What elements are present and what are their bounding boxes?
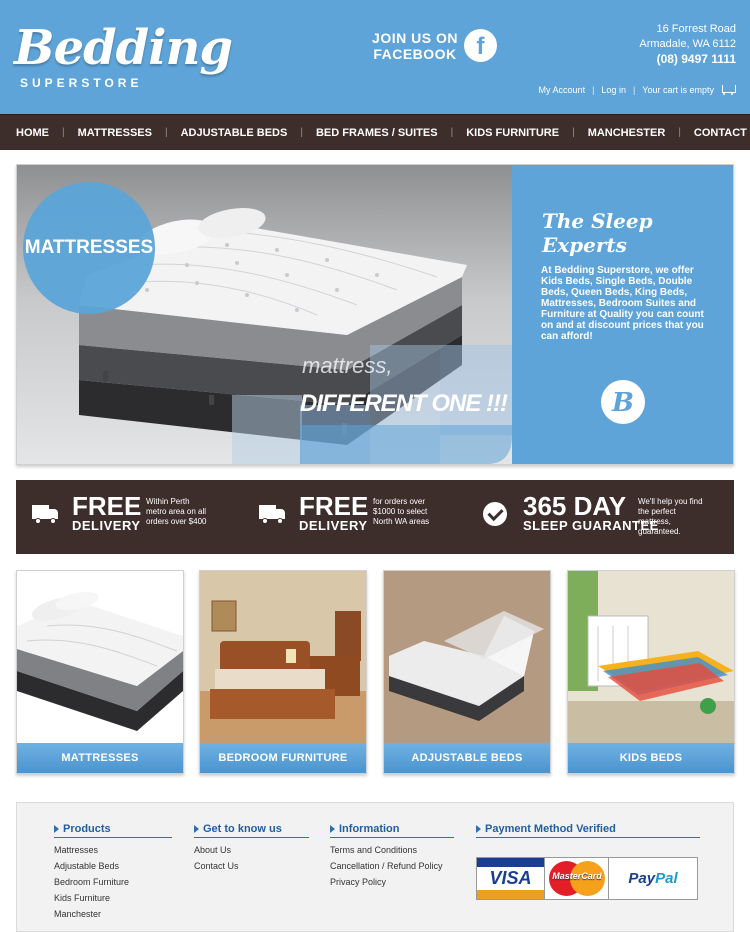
paypal-logo: Pay Pal — [628, 870, 678, 887]
nav-separator: | — [164, 127, 168, 138]
footer-link-privacy[interactable]: Privacy Policy — [330, 874, 454, 890]
nav-bed-frames-suites[interactable]: BED FRAMES / SUITES — [316, 127, 438, 139]
feature-title: 365 DAY — [523, 491, 627, 521]
footer-products: Products Mattresses Adjustable Beds Bedr… — [54, 823, 172, 922]
card-label: KIDS BEDS — [568, 743, 734, 773]
cart-icon[interactable] — [720, 84, 736, 96]
address-line-1: 16 Forrest Road — [656, 23, 736, 35]
kids-bed-image — [568, 571, 734, 743]
cart-link[interactable]: Your cart is empty — [642, 85, 714, 95]
truck-icon — [259, 505, 285, 524]
footer-link-bedroom-furniture[interactable]: Bedroom Furniture — [54, 874, 172, 890]
footer-link-contact-us[interactable]: Contact Us — [194, 858, 309, 874]
hero-heading: The Sleep Experts — [542, 209, 653, 257]
feature-subtitle: DELIVERY — [72, 518, 141, 533]
nav-separator: | — [572, 127, 575, 138]
feature-free-delivery-perth: FREE DELIVERY Within Perth metro area on… — [16, 480, 246, 554]
feature-note: We'll help you find the perfect mattress… — [638, 497, 703, 536]
feature-title: FREE — [299, 491, 369, 521]
card-label: MATTRESSES — [17, 743, 183, 773]
footer-link-mattresses[interactable]: Mattresses — [54, 842, 172, 858]
visa-logo: VISA — [477, 858, 545, 899]
logo-tagline: SUPERSTORE — [20, 76, 143, 90]
feature-note: Within Perth metro area on all orders ov… — [146, 497, 207, 526]
footer-link-adjustable-beds[interactable]: Adjustable Beds — [54, 858, 172, 874]
mattress-image — [17, 571, 183, 743]
facebook-link[interactable]: JOIN US ON FACEBOOK f — [372, 28, 500, 68]
site-logo[interactable]: Bedding SUPERSTORE — [14, 20, 233, 100]
my-account-link[interactable]: My Account — [539, 85, 586, 95]
check-icon — [483, 502, 507, 526]
footer-link-cancellation[interactable]: Cancellation / Refund Policy — [330, 858, 454, 874]
account-links: My Account | Log in | Your cart is empty — [539, 84, 736, 96]
hero-info-panel: The Sleep Experts At Bedding Superstore,… — [512, 165, 733, 464]
footer-get-to-know-us: Get to know us About Us Contact Us — [194, 823, 309, 874]
features-bar: FREE DELIVERY Within Perth metro area on… — [16, 480, 734, 554]
category-card-mattresses[interactable]: MATTRESSES — [16, 570, 184, 774]
category-card-kids-beds[interactable]: KIDS BEDS — [567, 570, 735, 774]
footer-heading: Information — [330, 823, 454, 838]
hero-overlay-slogan: DIFFERENT ONE !!! — [300, 390, 508, 417]
nav-separator: | — [300, 127, 303, 138]
nav-separator: | — [678, 127, 681, 138]
nav-contact-us[interactable]: CONTACT US — [694, 127, 750, 139]
facebook-label: JOIN US ON FACEBOOK — [372, 30, 458, 62]
card-label: BEDROOM FURNITURE — [200, 743, 366, 773]
category-cards: MATTRESSES BEDROOM FURNITURE ADJUSTABLE … — [16, 570, 736, 774]
footer-heading: Products — [54, 823, 172, 838]
nav-mattresses[interactable]: MATTRESSES — [78, 127, 152, 139]
truck-icon — [32, 505, 58, 524]
log-in-link[interactable]: Log in — [601, 85, 626, 95]
nav-separator: | — [450, 127, 454, 138]
site-header: Bedding SUPERSTORE JOIN US ON FACEBOOK f… — [0, 0, 750, 114]
footer-heading: Get to know us — [194, 823, 309, 838]
footer-information: Information Terms and Conditions Cancell… — [330, 823, 454, 890]
category-card-adjustable-beds[interactable]: ADJUSTABLE BEDS — [383, 570, 551, 774]
site-footer: Products Mattresses Adjustable Beds Bedr… — [16, 802, 734, 932]
card-label: ADJUSTABLE BEDS — [384, 743, 550, 773]
adjustable-bed-image — [384, 571, 550, 743]
logo-wordmark: Bedding — [14, 20, 233, 76]
separator: | — [592, 85, 595, 95]
address-line-2: Armadale, WA 6112 — [639, 38, 736, 50]
footer-link-about-us[interactable]: About Us — [194, 842, 309, 858]
main-nav: HOME | MATTRESSES | ADJUSTABLE BEDS | BE… — [0, 114, 750, 150]
store-contact: 16 Forrest Road Armadale, WA 6112 (08) 9… — [639, 22, 736, 67]
footer-link-kids-furniture[interactable]: Kids Furniture — [54, 890, 172, 906]
nav-kids-furniture[interactable]: KIDS FURNITURE — [466, 127, 559, 139]
nav-manchester[interactable]: MANCHESTER — [588, 127, 666, 139]
triangle-icon — [476, 825, 481, 833]
feature-sleep-guarantee: 365 DAY SLEEP GUARANTEE We'll help you f… — [471, 480, 734, 554]
payment-logos: VISA MasterCard Pay Pal — [476, 857, 698, 900]
separator: | — [632, 85, 636, 95]
footer-heading: Payment Method Verified — [476, 823, 700, 838]
brand-b-icon: B — [601, 380, 645, 424]
footer-link-terms[interactable]: Terms and Conditions — [330, 842, 454, 858]
footer-link-manchester[interactable]: Manchester — [54, 906, 172, 922]
triangle-icon — [194, 825, 199, 833]
nav-home[interactable]: HOME — [16, 127, 49, 139]
feature-subtitle: DELIVERY — [299, 518, 368, 533]
facebook-icon[interactable]: f — [464, 29, 497, 62]
bedroom-furniture-image — [200, 571, 366, 743]
triangle-icon — [54, 825, 59, 833]
hero-description: At Bedding Superstore, we offer Kids Bed… — [541, 265, 704, 342]
feature-free-delivery-north-wa: FREE DELIVERY for orders over $1000 to s… — [246, 480, 471, 554]
feature-note: for orders over $1000 to select North WA… — [373, 497, 430, 526]
nav-adjustable-beds[interactable]: ADJUSTABLE BEDS — [181, 127, 288, 139]
footer-payment: Payment Method Verified — [476, 823, 700, 838]
feature-title: FREE — [72, 491, 142, 521]
category-card-bedroom-furniture[interactable]: BEDROOM FURNITURE — [199, 570, 367, 774]
hero-banner: MATTRESSES mattress, DIFFERENT ONE !!! T… — [16, 164, 734, 465]
phone-number[interactable]: (08) 9497 1111 — [639, 52, 736, 67]
mattresses-badge[interactable]: MATTRESSES — [23, 182, 155, 314]
hero-mattress-image[interactable]: MATTRESSES mattress, DIFFERENT ONE !!! — [17, 165, 512, 464]
nav-separator: | — [62, 127, 65, 138]
triangle-icon — [330, 825, 335, 833]
hero-overlay-text: mattress, — [302, 353, 393, 378]
mastercard-logo: MasterCard — [545, 858, 609, 899]
